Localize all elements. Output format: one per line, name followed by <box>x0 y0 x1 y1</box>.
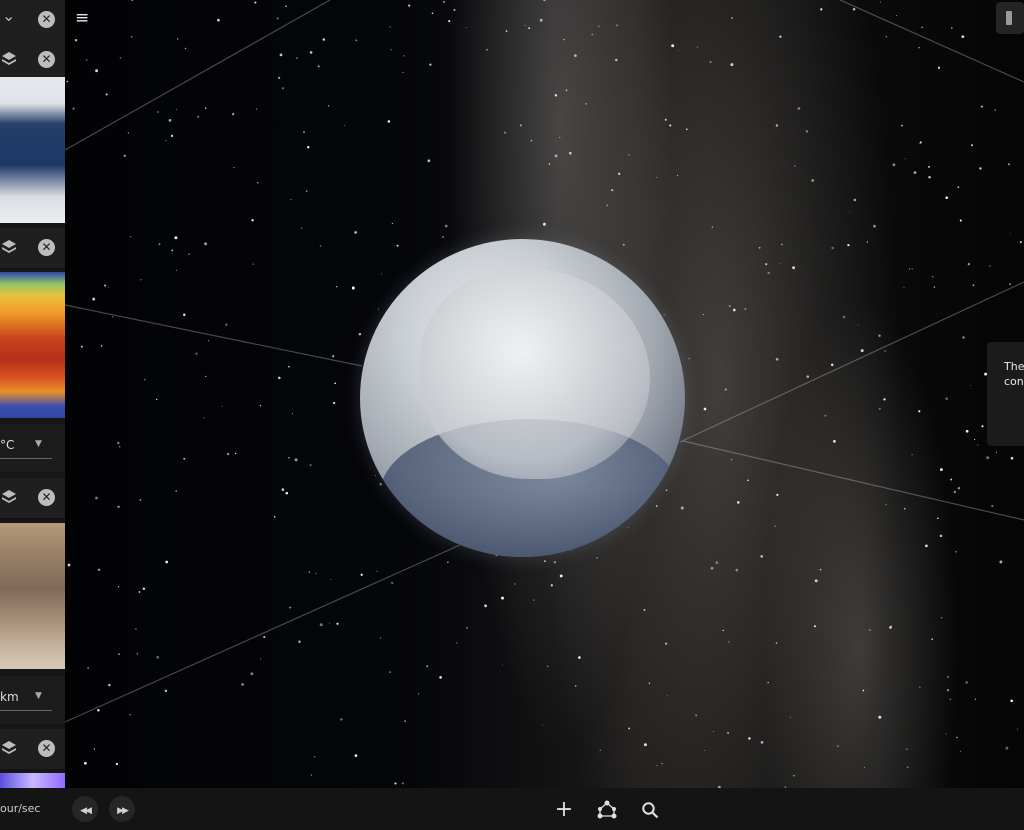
playback-speed-label: our/sec <box>0 802 41 815</box>
layers-sidebar: ⌄ ✕ ✕ ✕ °C ▼ ✕ km ▼ ✕ <box>0 0 65 788</box>
dropdown-arrow-icon: ▼ <box>35 691 42 701</box>
light-toggle-button[interactable] <box>996 2 1024 34</box>
layers-icon[interactable] <box>1 489 17 505</box>
menu-icon[interactable]: ≡ <box>75 9 93 27</box>
info-text-line-1: The <box>1004 360 1024 373</box>
unit-select-value: °C <box>0 438 15 452</box>
select-underline <box>0 710 52 711</box>
layer-thumbnail-partial[interactable] <box>0 773 65 788</box>
unit-select-distance[interactable]: km ▼ <box>0 676 65 724</box>
search-icon <box>642 802 659 819</box>
layer-row-3: ✕ <box>0 478 65 519</box>
info-panel: The conc <box>987 342 1024 446</box>
close-icon[interactable]: ✕ <box>38 11 55 28</box>
share-nodes-icon <box>597 800 617 819</box>
layers-icon[interactable] <box>1 239 17 255</box>
layer-thumbnail-clouds[interactable] <box>0 77 65 223</box>
close-icon[interactable]: ✕ <box>38 239 55 256</box>
plus-icon: + <box>554 797 574 822</box>
layers-icon[interactable] <box>1 740 17 756</box>
layer-row-1: ✕ <box>0 40 65 81</box>
layer-thumbnail-temperature[interactable] <box>0 272 65 418</box>
layers-icon[interactable] <box>1 51 17 67</box>
share-button[interactable] <box>593 796 621 824</box>
rewind-icon: ◀◀ <box>80 806 92 816</box>
layer-thumbnail-elevation[interactable] <box>0 523 65 669</box>
search-button[interactable] <box>636 796 664 824</box>
info-text-line-2: conc <box>1004 375 1024 388</box>
space-scene[interactable] <box>0 0 1024 830</box>
fast-forward-icon: ▶▶ <box>117 806 129 816</box>
close-icon[interactable]: ✕ <box>38 740 55 757</box>
select-underline <box>0 458 52 459</box>
light-icon <box>1006 11 1012 25</box>
layer-row-4: ✕ <box>0 729 65 770</box>
fast-forward-button[interactable]: ▶▶ <box>109 796 135 822</box>
unit-select-value: km <box>0 690 19 704</box>
add-layer-button[interactable]: + <box>550 796 578 824</box>
dropdown-arrow-icon: ▼ <box>35 439 42 449</box>
rewind-button[interactable]: ◀◀ <box>72 796 98 822</box>
sidebar-header-row: ⌄ ✕ <box>0 0 65 41</box>
bottom-toolbar: our/sec ◀◀ ▶▶ + <box>0 788 1024 830</box>
layer-row-2: ✕ <box>0 228 65 269</box>
close-icon[interactable]: ✕ <box>38 51 55 68</box>
chevron-down-icon[interactable]: ⌄ <box>2 6 15 25</box>
unit-select-temperature[interactable]: °C ▼ <box>0 424 65 472</box>
globe-landmass <box>420 269 650 479</box>
close-icon[interactable]: ✕ <box>38 489 55 506</box>
earth-globe[interactable] <box>360 239 685 557</box>
